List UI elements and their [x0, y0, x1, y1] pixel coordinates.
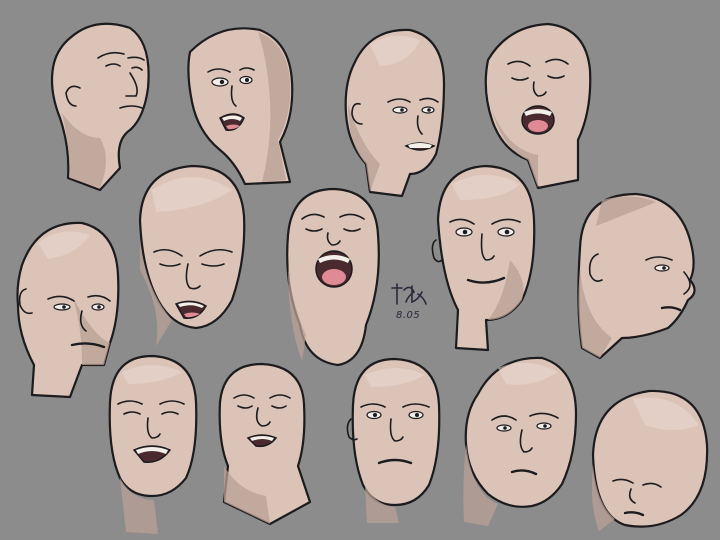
head-sketch-9: [572, 188, 702, 360]
head-sketch-6: [132, 160, 252, 350]
head-sketch-7: [278, 185, 388, 375]
sketch-canvas: 8.05: [0, 0, 720, 540]
head-sketch-12: [345, 355, 445, 525]
head-sketch-8: [431, 160, 542, 352]
head-sketch-11: [210, 362, 315, 527]
signature-date: 8.05: [396, 310, 421, 321]
artist-signature: 8.05: [388, 282, 430, 324]
head-sketch-13: [458, 354, 583, 529]
head-sketch-14: [585, 385, 710, 535]
head-sketch-10: [102, 352, 202, 537]
